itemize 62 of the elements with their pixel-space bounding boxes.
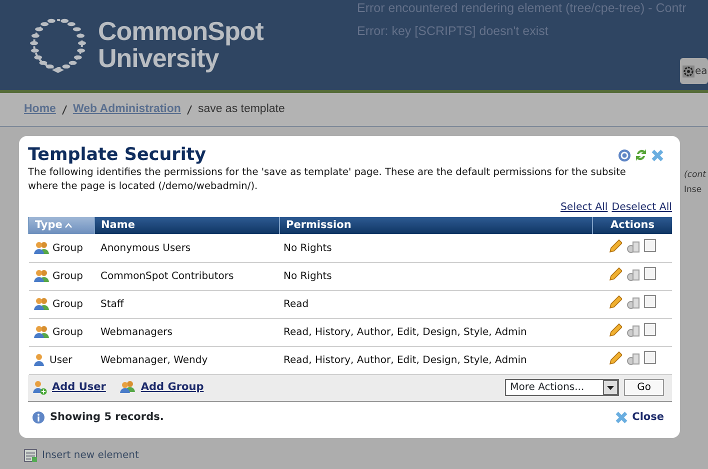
group-icon <box>32 325 48 340</box>
column-header[interactable]: Permission <box>280 217 592 234</box>
close-button[interactable]: Close <box>611 410 668 426</box>
add-group-icon <box>118 380 136 396</box>
add-group-link[interactable]: Add Group <box>140 380 204 396</box>
table-cell: CommonSpot Contributors <box>94 262 280 290</box>
checkbox[interactable] <box>644 239 656 252</box>
select-all-link[interactable]: Select All <box>560 202 608 213</box>
logo-text: University <box>98 45 219 72</box>
table-cell: Staff <box>94 290 280 318</box>
checkbox[interactable] <box>644 351 656 364</box>
insert-link[interactable]: Inse <box>684 183 706 198</box>
pencil-icon[interactable] <box>608 238 622 253</box>
info-icon <box>32 411 45 424</box>
add-user-icon <box>32 380 47 396</box>
table-cell: No Rights <box>280 234 592 262</box>
type-label: Group <box>52 270 83 284</box>
checkbox[interactable] <box>644 295 656 308</box>
breadcrumb-separator-icon <box>62 104 67 114</box>
logo-text: CommonSpot <box>98 18 264 45</box>
column-header[interactable]: Actions <box>592 217 672 234</box>
table-cell: Read, History, Author, Edit, Design, Style, Admin <box>280 318 592 346</box>
help-icon[interactable] <box>618 148 631 162</box>
user-icon <box>32 353 46 368</box>
breadcrumb-current: save as template <box>198 102 285 117</box>
insert-element-icon <box>24 449 37 462</box>
pencil-icon[interactable] <box>608 294 622 309</box>
close-icon[interactable] <box>651 148 664 162</box>
table-cell: Webmanagers <box>94 318 280 346</box>
add-user-link[interactable]: Add User <box>52 380 106 396</box>
pencil-icon[interactable] <box>608 322 622 337</box>
table-cell: Read, History, Author, Edit, Design, Style, Admin <box>280 346 592 374</box>
dialog-title: Template Security <box>28 144 206 166</box>
deselect-all-link[interactable]: Deselect All <box>612 202 672 213</box>
type-label: Group <box>52 326 83 340</box>
pencil-icon[interactable] <box>608 350 622 365</box>
insert-link[interactable]: Insert new element <box>42 448 139 463</box>
dialog-description: The following identifies the permissions for the 'save as template' page. These are the default permissions for the subsite where the page is located (/demo/webadmin/). <box>28 166 627 194</box>
element-note: (cont <box>684 169 706 182</box>
go-button[interactable]: Go <box>624 379 664 396</box>
table-cell: Read <box>280 290 592 318</box>
close-icon <box>615 411 628 424</box>
group-icon <box>32 241 48 256</box>
table-cell: No Rights <box>280 262 592 290</box>
table-cell: Webmanager, Wendy <box>94 346 280 374</box>
type-label: Group <box>52 242 83 256</box>
checkbox[interactable] <box>644 267 656 280</box>
checkbox[interactable] <box>644 323 656 336</box>
more-actions-dropdown[interactable]: More Actions... <box>505 379 620 396</box>
refresh-icon[interactable] <box>635 148 647 162</box>
search-field[interactable]: ea <box>680 58 708 84</box>
type-label: User <box>50 354 72 368</box>
dropdown-caret-icon <box>603 380 618 396</box>
type-label: Group <box>52 298 83 312</box>
group-icon <box>32 269 48 284</box>
status-text: Showing 5 records. <box>50 410 164 425</box>
breadcrumb-separator-icon <box>186 104 192 114</box>
gear-icon <box>682 64 695 78</box>
group-icon <box>32 297 48 312</box>
column-header[interactable]: Name <box>94 217 280 234</box>
pencil-icon[interactable] <box>608 266 622 281</box>
table-cell: Anonymous Users <box>94 234 280 262</box>
